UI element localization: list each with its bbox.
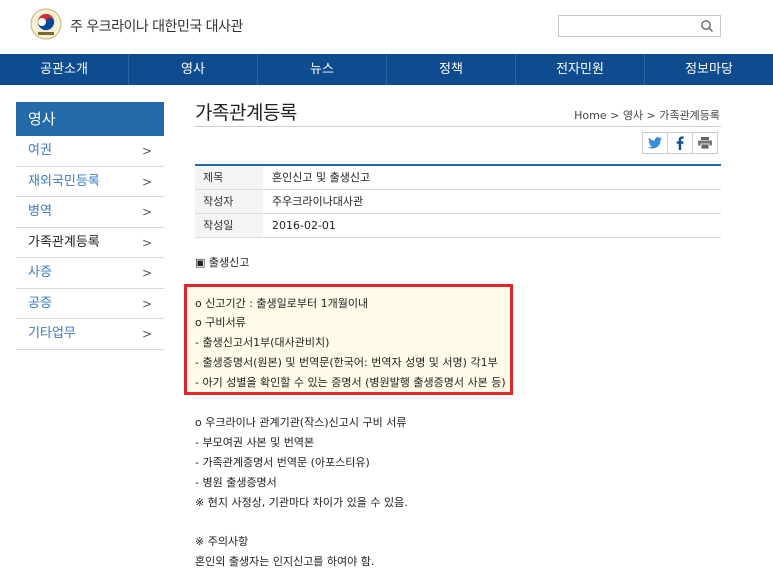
chevron-right-icon: > [141, 235, 152, 250]
notice-text: 혼인외 출생자는 인지신고를 하여야 함. [195, 555, 375, 568]
search-input[interactable] [558, 15, 721, 37]
sidebar-item-overseas-registration[interactable]: 재외국민등록 > [16, 167, 164, 197]
share-buttons [642, 132, 718, 154]
body-line: ※ 현지 사정상, 기관마다 차이가 있을 수 있음. [195, 496, 408, 509]
twitter-share-button[interactable] [642, 132, 668, 154]
sidebar-item-visa[interactable]: 사증 > [16, 258, 164, 289]
sidebar-item-passport[interactable]: 여권 > [16, 136, 164, 167]
sidebar-item-label: 재외국민등록 [28, 173, 100, 189]
breadcrumb[interactable]: Home > 영사 > 가족관계등록 [574, 107, 720, 123]
sidebar-item-label: 사증 [28, 265, 52, 280]
post-info-table: 제목 혼인신고 및 출생신고 작성자 주우크라이나대사관 작성일 2016-02… [195, 164, 721, 238]
body-line: o 신고기간 : 출생일로부터 1개월이내 [195, 297, 369, 310]
body-line: - 출생증명서(원본) 및 번역문(한국어: 번역자 성명 및 서명) 각1부 [195, 356, 498, 369]
section-title: ▣ 출생신고 [195, 256, 250, 269]
chevron-right-icon: > [141, 205, 152, 219]
sidebar-item-label: 공증 [28, 295, 52, 311]
sidebar-item-military[interactable]: 병역 > [16, 197, 164, 228]
sidebar-item-label: 기타업무 [28, 326, 76, 341]
sidebar-item-other[interactable]: 기타업무 > [16, 319, 164, 350]
facebook-icon [676, 136, 684, 150]
sidebar-item-label: 가족관계등록 [28, 234, 100, 250]
nav-item-news[interactable]: 뉴스 [257, 54, 386, 85]
body-line: - 출생신고서1부(대사관비치) [195, 336, 330, 349]
sidebar: 영사 여권 > 재외국민등록 > 병역 > 가족관계등록 > 사증 > 공증 >… [16, 102, 164, 350]
row-label-title: 제목 [195, 165, 263, 189]
nav-item-consular[interactable]: 영사 [128, 54, 257, 85]
search-icon[interactable] [700, 19, 714, 33]
notice-title: ※ 주의사항 [195, 535, 249, 548]
korea-emblem-icon[interactable] [30, 8, 62, 40]
row-value-date: 2016-02-01 [272, 218, 336, 232]
row-value-author: 주우크라이나대사관 [272, 195, 364, 208]
nav-item-info[interactable]: 정보마당 [644, 54, 773, 85]
row-value-title: 혼인신고 및 출생신고 [272, 171, 371, 185]
table-row: 제목 혼인신고 및 출생신고 [195, 165, 721, 189]
row-label-author: 작성자 [195, 189, 263, 213]
chevron-right-icon: > [141, 327, 152, 341]
row-label-date: 작성일 [195, 213, 263, 237]
sidebar-title: 영사 [16, 102, 164, 136]
nav-item-e-civil[interactable]: 전자민원 [515, 54, 644, 85]
nav-item-intro[interactable]: 공관소개 [0, 54, 128, 85]
sidebar-item-family-registration[interactable]: 가족관계등록 > [16, 228, 164, 258]
chevron-right-icon: > [141, 144, 152, 158]
sidebar-item-notary[interactable]: 공증 > [16, 289, 164, 319]
body-line: o 구비서류 [195, 316, 246, 329]
facebook-share-button[interactable] [667, 132, 693, 154]
body-line: - 가족관계증명서 번역문 (아포스티유) [195, 456, 370, 469]
table-row: 작성자 주우크라이나대사관 [195, 189, 721, 213]
twitter-icon [648, 137, 662, 149]
body-line: - 병원 출생증명서 [195, 476, 277, 489]
chevron-right-icon: > [141, 174, 152, 189]
print-button[interactable] [692, 132, 718, 154]
nav-item-policy[interactable]: 정책 [386, 54, 515, 85]
chevron-right-icon: > [141, 296, 152, 311]
sidebar-item-label: 병역 [28, 204, 52, 219]
site-title[interactable]: 주 우크라이나 대한민국 대사관 [70, 16, 243, 36]
page-title: 가족관계등록 [195, 102, 297, 124]
divider [195, 126, 721, 127]
body-line: o 우크라이나 관계기관(작스)신고시 구비 서류 [195, 416, 407, 429]
main-nav: 공관소개 영사 뉴스 정책 전자민원 정보마당 [0, 54, 773, 85]
header: 주 우크라이나 대한민국 대사관 [0, 0, 773, 54]
table-row: 작성일 2016-02-01 [195, 213, 721, 237]
body-line: - 부모여권 사본 및 번역본 [195, 436, 315, 449]
chevron-right-icon: > [141, 266, 152, 280]
sidebar-item-label: 여권 [28, 143, 52, 158]
body-line: - 아기 성별을 확인할 수 있는 증명서 (병원발행 출생증명서 사본 등) [195, 376, 506, 389]
print-icon [698, 137, 712, 149]
